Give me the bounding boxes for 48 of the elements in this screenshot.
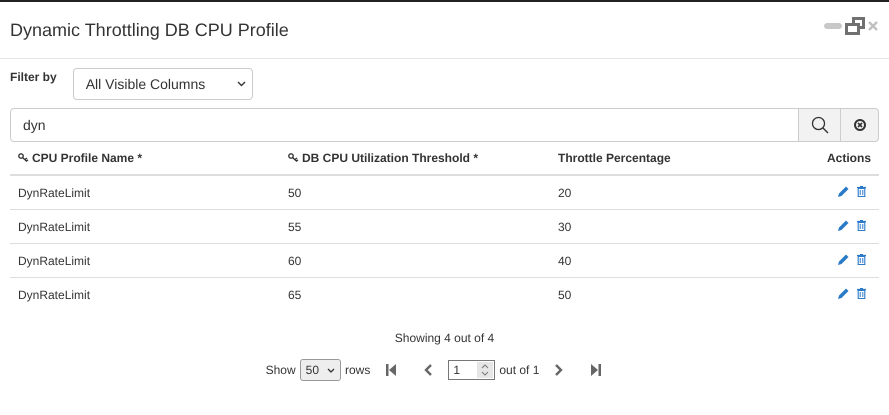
table-cell: DynRateLimit [18, 186, 90, 200]
window-title: Dynamic Throttling DB CPU Profile [10, 20, 289, 40]
result-summary: Showing 4 out of 4 [394, 331, 496, 345]
table-cell: DynRateLimit [18, 220, 90, 234]
clear-button[interactable] [841, 108, 879, 142]
table-cell: DynRateLimit [18, 254, 90, 268]
chevron-down-icon [327, 368, 335, 372]
table-cell: 30 [558, 220, 572, 234]
trash-icon[interactable] [857, 220, 866, 230]
trash-icon[interactable] [857, 186, 866, 196]
table-cell: 50 [558, 288, 572, 302]
page-number-field[interactable]: 1 [448, 360, 496, 380]
table-cell: 50 [288, 186, 302, 200]
pencil-icon[interactable] [838, 220, 849, 230]
trash-icon[interactable] [857, 288, 866, 298]
key-icon [288, 153, 299, 162]
table-cell: 55 [288, 220, 302, 234]
pencil-icon[interactable] [838, 254, 849, 264]
last-page-icon[interactable] [591, 364, 602, 376]
filter-dropdown[interactable]: All Visible Columns [72, 68, 253, 100]
table-cell: 40 [558, 254, 572, 268]
trash-icon[interactable] [857, 254, 866, 264]
table-cell: 20 [558, 186, 572, 200]
column-header[interactable]: Throttle Percentage [558, 151, 671, 165]
chevron-down-icon [236, 81, 246, 87]
column-header[interactable]: Actions [826, 151, 871, 165]
next-page-icon[interactable] [555, 364, 564, 376]
first-page-icon[interactable] [386, 364, 396, 376]
table-cell: 65 [288, 288, 302, 302]
table-cell: 60 [288, 254, 302, 268]
key-icon [18, 153, 29, 162]
page-total-label: out of 1 [499, 363, 540, 377]
column-header[interactable]: CPU Profile Name * [18, 150, 142, 165]
search-field[interactable]: dyn [10, 108, 799, 142]
rows-label: rows [345, 363, 370, 377]
column-header[interactable]: DB CPU Utilization Threshold * [288, 150, 478, 165]
restore-icon[interactable] [845, 17, 865, 35]
show-label: Show [266, 363, 296, 377]
previous-page-icon[interactable] [424, 364, 432, 376]
spinner-icon [477, 362, 494, 378]
search-icon [810, 116, 828, 134]
table-cell: DynRateLimit [18, 288, 90, 302]
clear-icon [854, 119, 866, 131]
filter-label: Filter by [10, 70, 57, 84]
search-button[interactable] [799, 108, 841, 142]
page-size-dropdown[interactable]: 50 [300, 359, 341, 381]
pencil-icon[interactable] [838, 288, 849, 298]
pencil-icon[interactable] [838, 186, 849, 196]
